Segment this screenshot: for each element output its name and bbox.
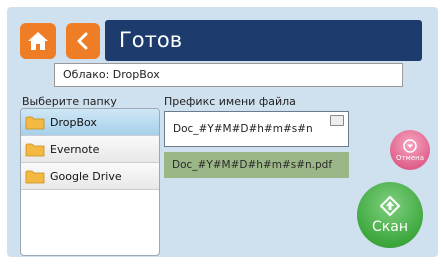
folder-icon xyxy=(25,116,45,129)
scan-button[interactable]: Скан xyxy=(357,182,423,248)
prefix-input-value: Doc_#Y#M#D#h#m#s#n xyxy=(173,123,313,135)
folder-list: DropBox Evernote Google Drive xyxy=(20,108,160,256)
filename-preview: Doc_#Y#M#D#h#m#s#n.pdf xyxy=(164,152,349,178)
page-title: Готов xyxy=(105,20,422,61)
prefix-input[interactable]: Doc_#Y#M#D#h#m#s#n xyxy=(164,111,349,147)
folder-item-label: Google Drive xyxy=(50,169,122,183)
home-button[interactable] xyxy=(20,23,56,59)
folder-list-label: Выберите папку xyxy=(22,95,117,108)
chevron-left-icon xyxy=(77,32,88,50)
cancel-label: Отмена xyxy=(395,153,425,162)
folder-item-evernote[interactable]: Evernote xyxy=(21,136,159,163)
folder-item-label: DropBox xyxy=(50,115,97,129)
folder-item-label: Evernote xyxy=(50,142,100,156)
folder-item-google-drive[interactable]: Google Drive xyxy=(21,163,159,190)
cancel-icon xyxy=(403,138,417,153)
scan-label: Скан xyxy=(372,219,408,235)
prefix-label: Префикс имени файла xyxy=(164,95,296,108)
scan-icon xyxy=(379,195,401,217)
folder-icon xyxy=(25,143,45,156)
back-button[interactable] xyxy=(66,23,100,59)
home-icon xyxy=(28,32,48,50)
folder-icon xyxy=(25,170,45,183)
folder-item-dropbox[interactable]: DropBox xyxy=(21,109,159,136)
keyboard-icon[interactable] xyxy=(330,115,344,126)
cancel-button[interactable]: Отмена xyxy=(390,130,430,170)
cloud-field: Облако: DropBox xyxy=(54,63,403,87)
